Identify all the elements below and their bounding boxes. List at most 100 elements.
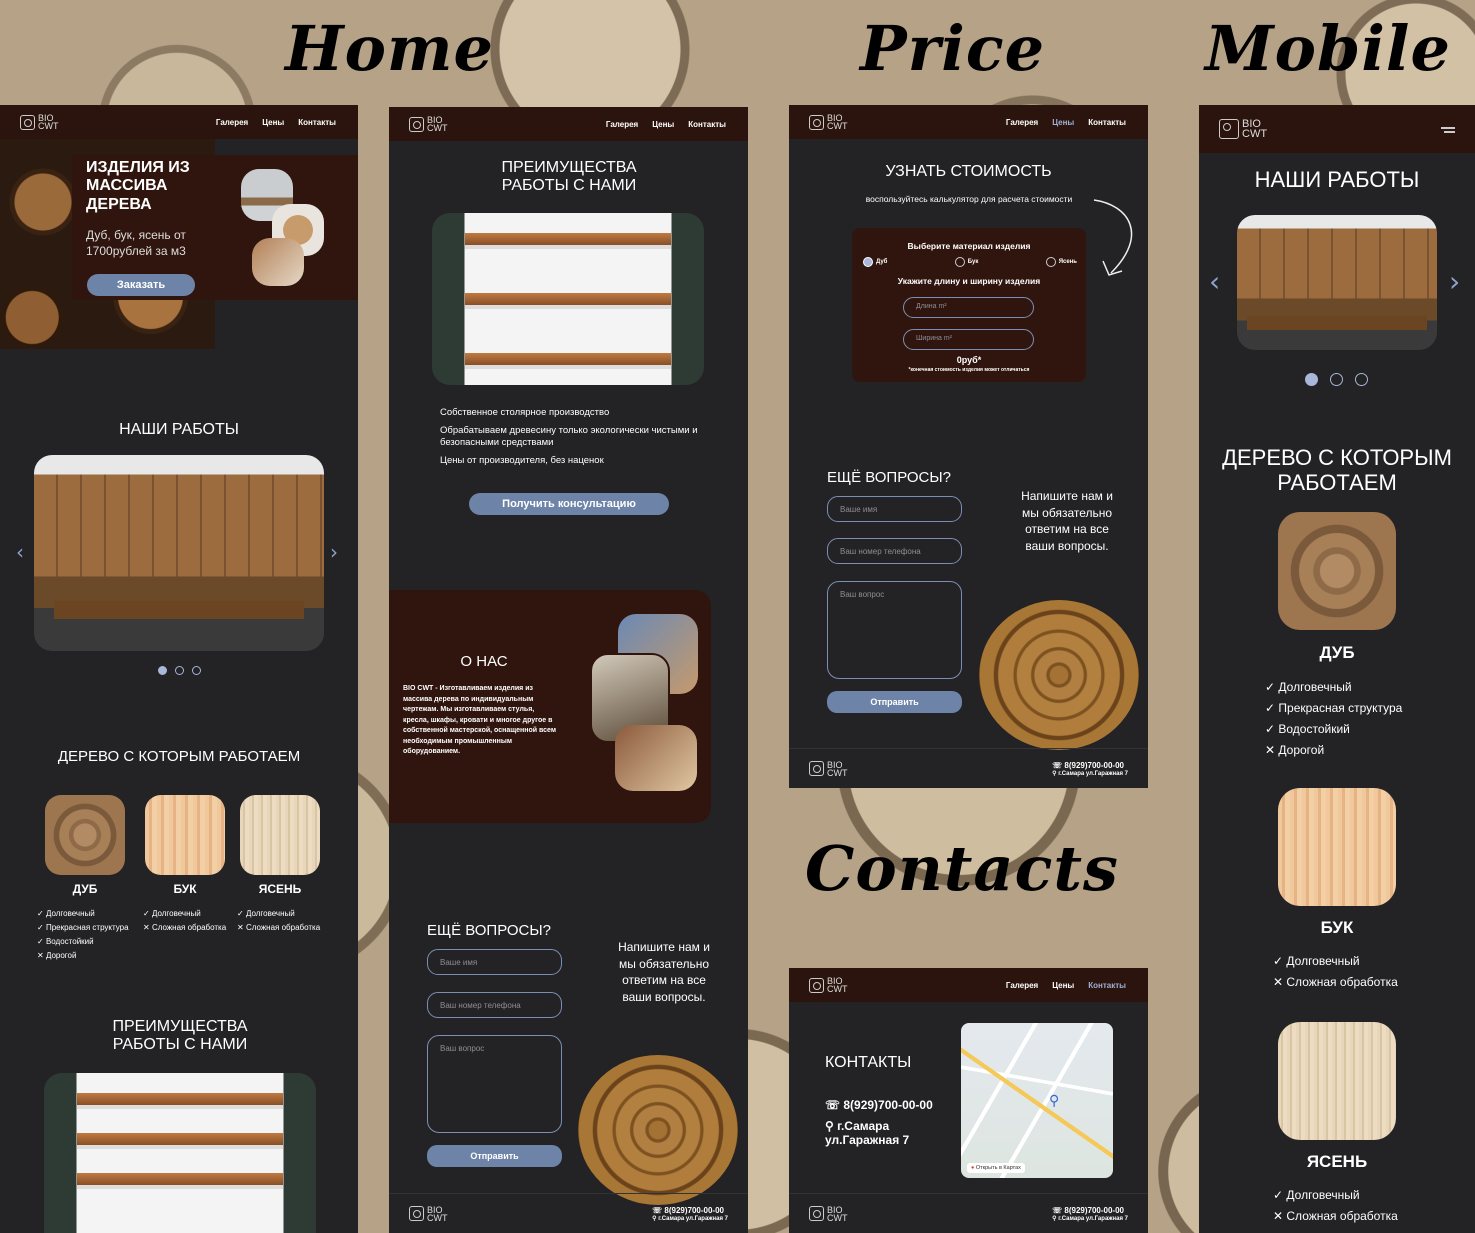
- questions-title: ЕЩЁ ВОПРОСЫ?: [827, 469, 951, 486]
- carousel-prev-icon[interactable]: ‹: [16, 540, 24, 564]
- map-pin-icon: ⚲: [1049, 1093, 1060, 1109]
- map-open-link[interactable]: ● Открыть в Картах: [967, 1163, 1025, 1173]
- carousel-next-icon[interactable]: ›: [330, 540, 338, 564]
- carousel-dot-1[interactable]: [158, 666, 167, 675]
- advantages-list: Собственное столярное производство Обраб…: [440, 407, 698, 466]
- name-field[interactable]: Ваше имя: [827, 496, 962, 522]
- footer-logo[interactable]: BIO CWT: [809, 760, 848, 777]
- advantages-stairs-image: [432, 213, 704, 385]
- wood-beech-image: [1278, 788, 1396, 906]
- contacts-title: КОНТАКТЫ: [825, 1054, 912, 1071]
- main-nav: Галерея Цены Контакты: [606, 120, 726, 129]
- order-button[interactable]: Заказать: [87, 274, 195, 296]
- nav-gallery[interactable]: Галерея: [216, 118, 248, 127]
- nav-gallery[interactable]: Галерея: [1006, 981, 1038, 990]
- logo-icon: [809, 761, 824, 776]
- nav-contacts[interactable]: Контакты: [1088, 981, 1126, 990]
- carousel-next-icon[interactable]: ›: [1449, 265, 1460, 298]
- site-footer: BIO CWT ☏ 8(929)700-00-00 ⚲ г.Самара ул.Г…: [789, 748, 1148, 788]
- advantages-title: ПРЕИМУЩЕСТВА РАБОТЫ С НАМИ: [112, 1018, 248, 1054]
- hamburger-menu-icon[interactable]: [1441, 125, 1455, 133]
- footer-logo[interactable]: BIO CWT: [409, 1205, 448, 1222]
- wood-trunk-image: [979, 600, 1139, 750]
- nav-contacts[interactable]: Контакты: [1088, 118, 1126, 127]
- send-button[interactable]: Отправить: [827, 691, 962, 713]
- question-field[interactable]: Ваш вопрос: [427, 1035, 562, 1133]
- site-header: BIO CWT Галерея Цены Контакты: [789, 968, 1148, 1002]
- nav-gallery[interactable]: Галерея: [606, 120, 638, 129]
- brand-logo[interactable]: BIO CWT: [1219, 119, 1267, 140]
- location-pin-icon: ⚲: [652, 1215, 657, 1222]
- length-input[interactable]: Длина m²: [903, 297, 1034, 318]
- main-nav: Галерея Цены Контакты: [1006, 118, 1126, 127]
- consult-button[interactable]: Получить консультацию: [469, 493, 669, 515]
- send-button[interactable]: Отправить: [427, 1145, 562, 1167]
- footer-contacts: ☏ 8(929)700-00-00 ⚲ г.Самара ул.Гаражная…: [652, 1205, 728, 1222]
- size-label: Укажите длину и ширину изделия: [897, 276, 1041, 286]
- logo-icon: [809, 114, 824, 130]
- brand-logo[interactable]: BIO CWT: [809, 114, 848, 131]
- carousel-prev-icon[interactable]: ‹: [1209, 265, 1220, 298]
- mobile-page: BIO CWT НАШИ РАБОТЫ ‹ › ДЕРЕВО С КОТОРЫМ …: [1199, 105, 1475, 1233]
- site-header: BIO CWT Галерея Цены Контакты: [0, 105, 358, 139]
- works-carousel-image: [1237, 215, 1437, 350]
- carousel-dot-3[interactable]: [192, 666, 201, 675]
- width-input[interactable]: Ширина m²: [903, 329, 1034, 350]
- advantages-stairs-image: [44, 1073, 316, 1233]
- material-label: Выберите материал изделия: [907, 241, 1031, 251]
- hero-product-photo-3: [252, 238, 304, 286]
- carousel-dot-2[interactable]: [175, 666, 184, 675]
- phone-icon: ☏: [1052, 1205, 1063, 1215]
- wood-title: ДЕРЕВО С КОТОРЫМ РАБОТАЕМ: [57, 748, 301, 765]
- nav-prices[interactable]: Цены: [262, 118, 284, 127]
- nav-prices[interactable]: Цены: [1052, 981, 1074, 990]
- footer-contacts: ☏ 8(929)700-00-00 ⚲ г.Самара ул.Гаражная…: [1052, 1205, 1128, 1222]
- nav-contacts[interactable]: Контакты: [298, 118, 336, 127]
- phone-icon: ☏: [1052, 760, 1063, 770]
- nav-prices[interactable]: Цены: [652, 120, 674, 129]
- nav-contacts[interactable]: Контакты: [688, 120, 726, 129]
- site-footer: BIO CWT ☏ 8(929)700-00-00 ⚲ г.Самара ул.Г…: [389, 1193, 748, 1233]
- option-ash[interactable]: Ясень: [1045, 257, 1077, 267]
- carousel-dot-3[interactable]: [1355, 373, 1368, 386]
- wood-ash-image: [1278, 1022, 1396, 1140]
- option-beech[interactable]: Бук: [954, 257, 978, 267]
- works-carousel-image: [34, 455, 324, 651]
- main-nav: Галерея Цены Контакты: [1006, 981, 1126, 990]
- location-pin-icon: ⚲: [825, 1119, 834, 1133]
- name-field[interactable]: Ваше имя: [427, 949, 562, 975]
- about-workshop-photo-3: [615, 725, 697, 791]
- oak-features: ✓ Долговечный ✓ Прекрасная структура ✓ В…: [1265, 680, 1403, 757]
- price-note: *конечная стоимость изделия может отлича…: [908, 367, 1030, 373]
- home-page: BIO CWT Галерея Цены Контакты ИЗДЕЛИЯ ИЗ …: [0, 105, 358, 1233]
- questions-side-text: Напишите нам и мы обязательно ответим на…: [618, 940, 710, 1004]
- carousel-dot-2[interactable]: [1330, 373, 1343, 386]
- footer-logo[interactable]: BIO CWT: [809, 1205, 848, 1222]
- question-field[interactable]: Ваш вопрос: [827, 581, 962, 679]
- map-widget[interactable]: ⚲ ● Открыть в Картах: [961, 1023, 1113, 1178]
- option-oak[interactable]: Дуб: [863, 257, 887, 267]
- logo-icon: [20, 114, 35, 130]
- about-text: BIO CWT - Изготавливаем изделия из масси…: [403, 685, 557, 755]
- site-footer: BIO CWT ☏ 8(929)700-00-00 ⚲ г.Самара ул.Г…: [789, 1193, 1148, 1233]
- ash-features: ✓ Долговечный ✕ Сложная обработка: [1273, 1188, 1398, 1223]
- carousel-dot-1[interactable]: [1305, 373, 1318, 386]
- wood-name-ash: ЯСЕНЬ: [1306, 1152, 1368, 1171]
- price-result: 0руб*: [956, 355, 982, 365]
- wood-ash-image: [240, 795, 320, 875]
- radio-checked-icon: [863, 257, 873, 267]
- phone-field[interactable]: Ваш номер телефона: [427, 992, 562, 1018]
- brand-logo[interactable]: BIO CWT: [409, 116, 448, 133]
- wood-beech-image: [145, 795, 225, 875]
- brand-logo[interactable]: BIO CWT: [20, 114, 59, 131]
- price-page: BIO CWT Галерея Цены Контакты УЗНАТЬ СТОИ…: [789, 105, 1148, 788]
- brand-logo[interactable]: BIO CWT: [809, 977, 848, 994]
- about-title: О НАС: [460, 653, 508, 670]
- phone-field[interactable]: Ваш номер телефона: [827, 538, 962, 564]
- wood-name-oak: ДУБ: [1319, 643, 1355, 662]
- price-title: УЗНАТЬ СТОИМОСТЬ: [885, 163, 1052, 180]
- wood-name-beech: БУК: [1320, 918, 1354, 937]
- nav-prices[interactable]: Цены: [1052, 118, 1074, 127]
- advantages-title: ПРЕИМУЩЕСТВА РАБОТЫ С НАМИ: [501, 159, 637, 195]
- nav-gallery[interactable]: Галерея: [1006, 118, 1038, 127]
